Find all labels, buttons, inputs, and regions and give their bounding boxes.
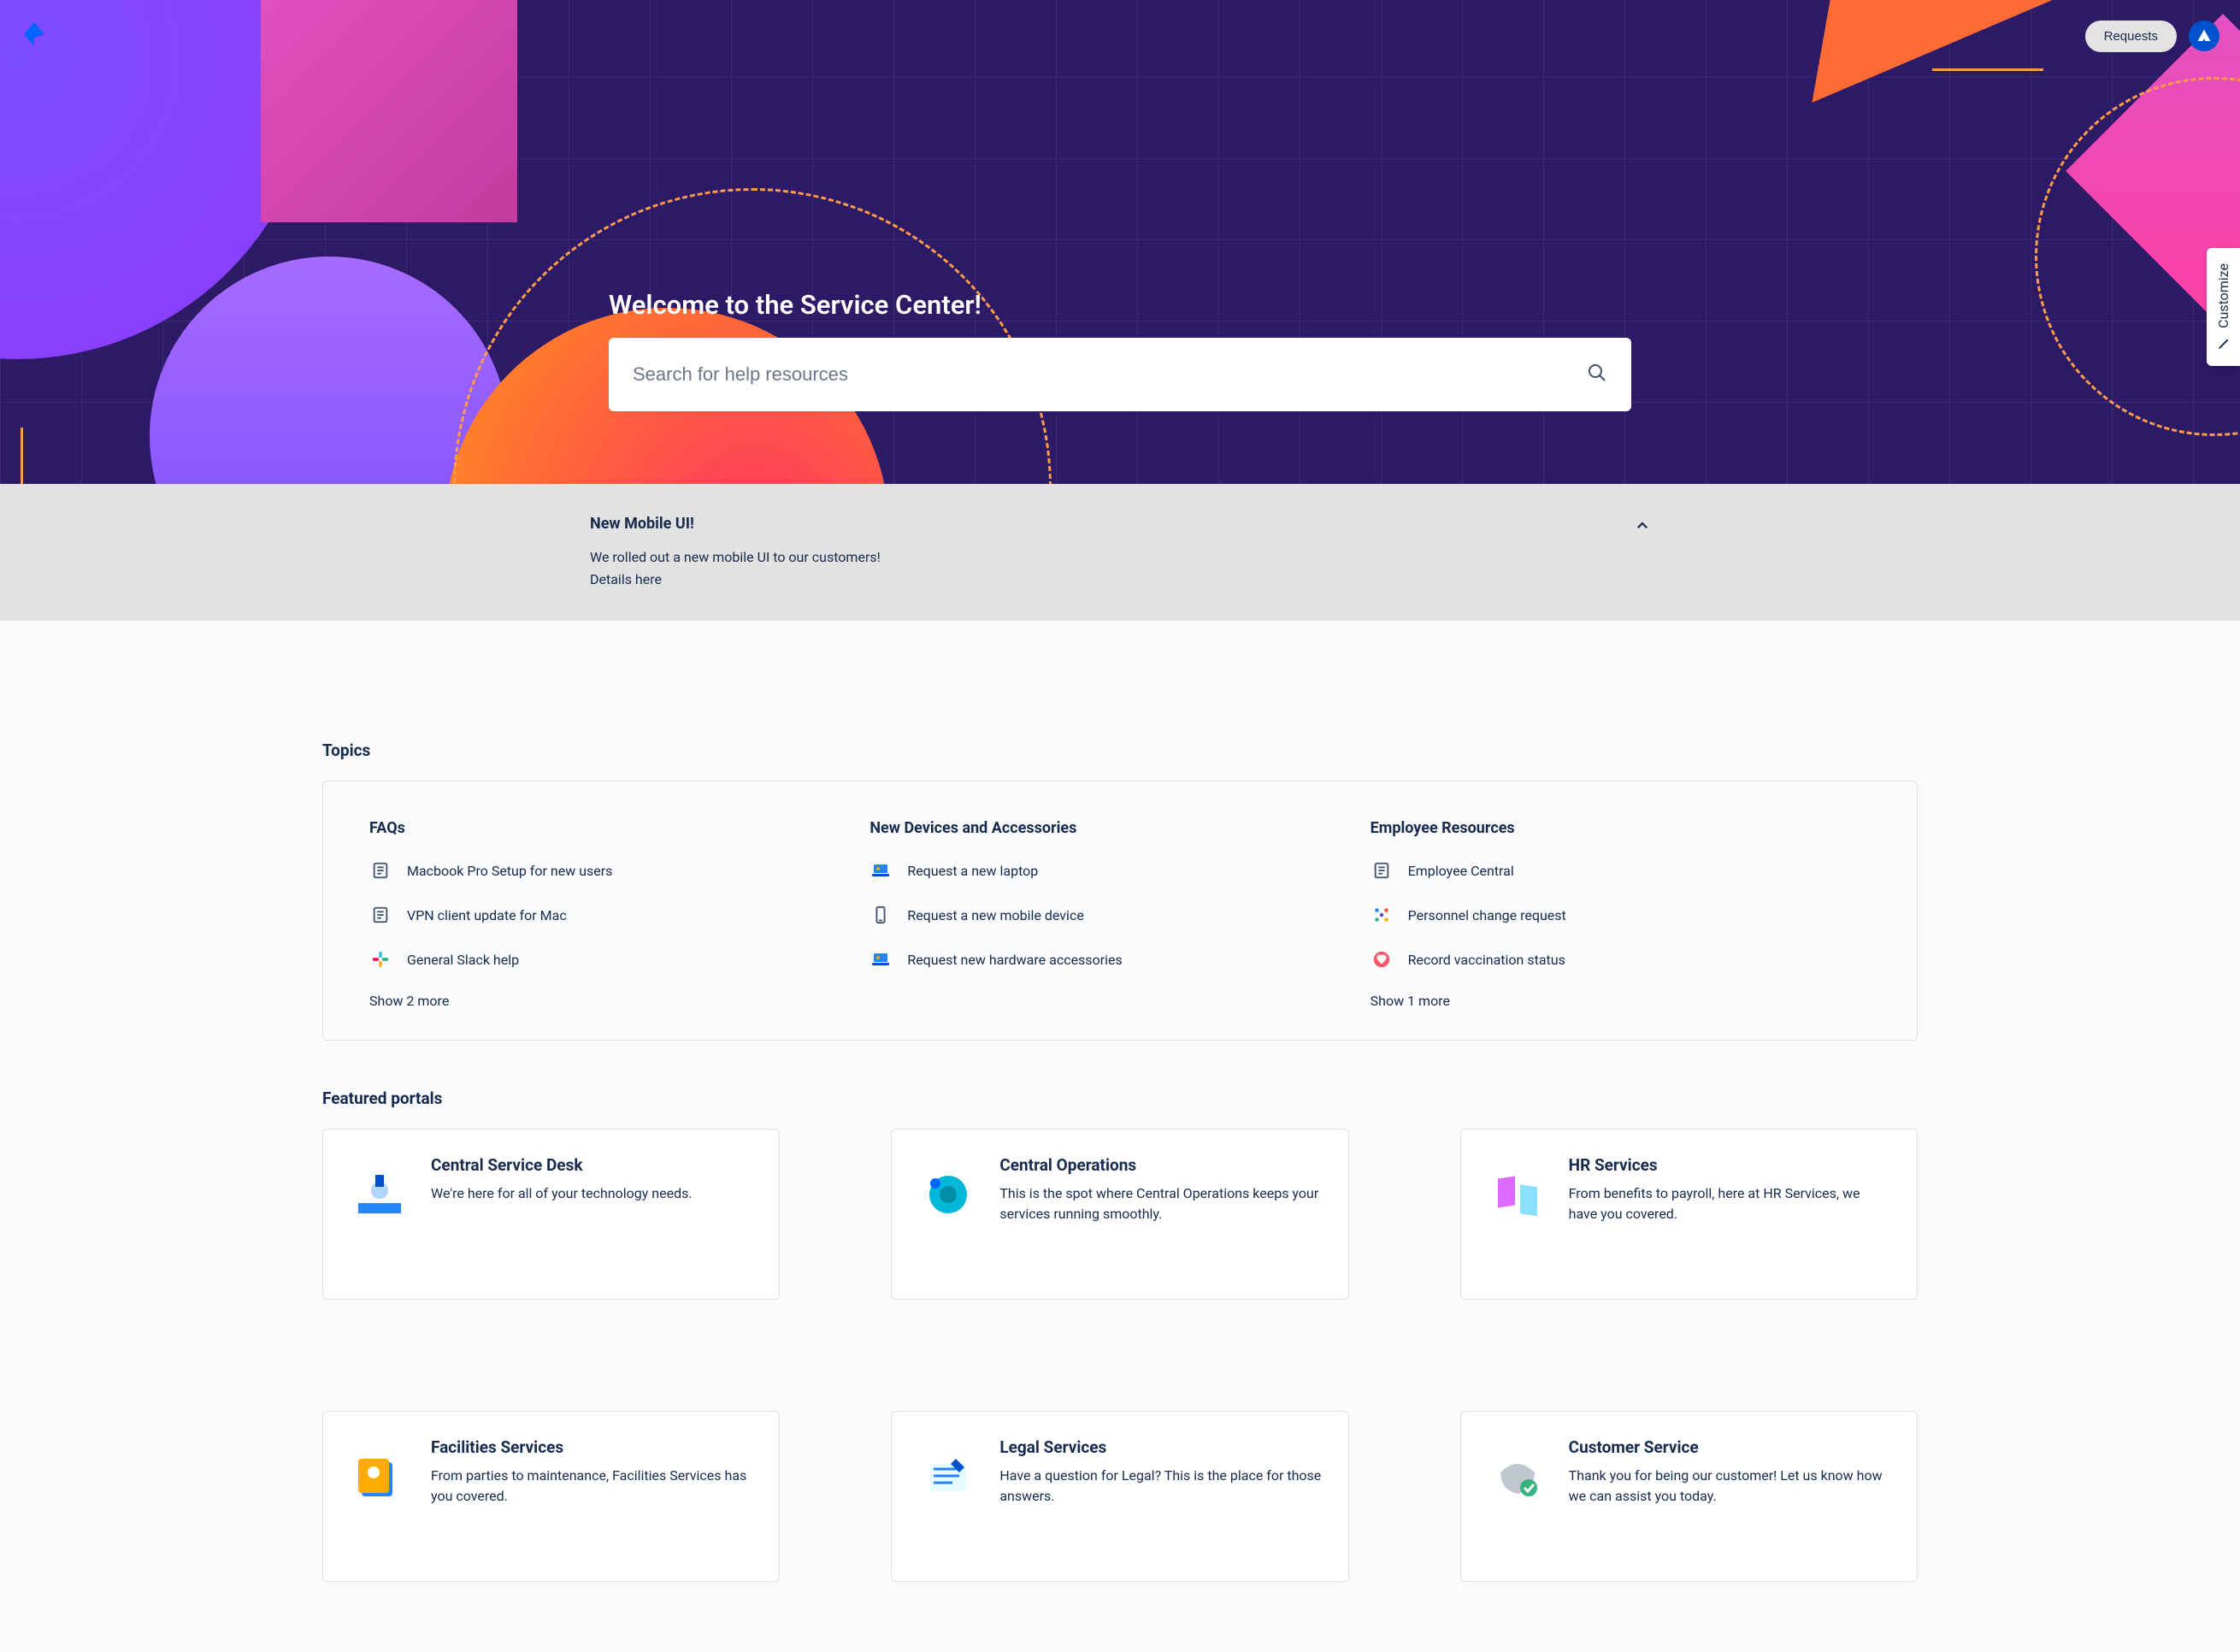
topic-item-label: Macbook Pro Setup for new users [407,863,612,879]
portal-name: Central Service Desk [431,1155,753,1175]
portal-name: Facilities Services [431,1437,753,1457]
requests-button[interactable]: Requests [2085,21,2177,52]
heart-icon [1371,948,1393,971]
doc-icon [369,904,392,926]
portal-description: Thank you for being our customer! Let us… [1569,1466,1891,1507]
search-bar[interactable] [609,338,1631,411]
portal-icon [1487,1164,1548,1225]
show-more-link[interactable]: Show 2 more [369,993,869,1009]
pencil-icon [2217,337,2231,351]
topics-section-title: Topics [322,740,1918,760]
customize-tab[interactable]: Customize [2207,248,2240,366]
topic-item-label: Personnel change request [1408,907,1566,923]
show-more-link[interactable]: Show 1 more [1371,993,1871,1009]
topic-column-title: Employee Resources [1371,819,1871,837]
portals-grid: Central Service Desk We're here for all o… [322,1129,1918,1582]
topic-item-label: VPN client update for Mac [407,907,567,923]
announcement-line: We rolled out a new mobile UI to our cus… [590,546,1650,569]
topic-item[interactable]: Personnel change request [1371,904,1871,926]
topic-item[interactable]: VPN client update for Mac [369,904,869,926]
topic-item[interactable]: Request new hardware accessories [869,948,1370,971]
portal-icon [1487,1446,1548,1507]
portal-name: Legal Services [999,1437,1322,1457]
topic-item[interactable]: Macbook Pro Setup for new users [369,859,869,882]
topic-column-title: FAQs [369,819,869,837]
topic-column-title: New Devices and Accessories [869,819,1370,837]
collapse-chevron-icon[interactable] [1635,518,1650,537]
portals-section-title: Featured portals [322,1089,1918,1108]
topics-card: FAQs Macbook Pro Setup for new users VPN c… [322,781,1918,1041]
laptop-icon [869,948,892,971]
portal-card[interactable]: Facilities Services From parties to maint… [322,1411,780,1582]
portal-name: Customer Service [1569,1437,1891,1457]
phone-icon [869,904,892,926]
topic-item[interactable]: Request a new mobile device [869,904,1370,926]
customize-label: Customize [2215,263,2231,328]
portal-description: Have a question for Legal? This is the p… [999,1466,1322,1507]
app-logo-icon[interactable] [21,21,48,51]
portal-card[interactable]: Legal Services Have a question for Legal?… [891,1411,1348,1582]
search-icon [1587,363,1607,386]
portal-icon [917,1164,979,1225]
decorative-shape [21,428,23,484]
profile-avatar[interactable] [2189,21,2219,51]
topic-item-label: Request a new laptop [907,863,1038,879]
announcement-title: New Mobile UI! [590,515,1650,533]
portal-card[interactable]: Customer Service Thank you for being our … [1460,1411,1918,1582]
topic-item-label: Request new hardware accessories [907,952,1122,968]
hero-title: Welcome to the Service Center! [609,289,1631,321]
topic-item-label: Request a new mobile device [907,907,1083,923]
topic-item-label: Employee Central [1408,863,1514,879]
topic-column: FAQs Macbook Pro Setup for new users VPN c… [369,819,869,1009]
portal-description: From parties to maintenance, Facilities … [431,1466,753,1507]
portal-icon [917,1446,979,1507]
topic-item[interactable]: Employee Central [1371,859,1871,882]
announcement-body: We rolled out a new mobile UI to our cus… [590,546,1650,590]
portal-description: From benefits to payroll, here at HR Ser… [1569,1183,1891,1224]
portal-description: This is the spot where Central Operation… [999,1183,1322,1224]
hero-banner: Requests Welcome to the Service Center! … [0,0,2240,484]
laptop-icon [869,859,892,882]
portal-card[interactable]: Central Operations This is the spot where… [891,1129,1348,1300]
dots-icon [1371,904,1393,926]
topic-item[interactable]: Request a new laptop [869,859,1370,882]
announcement-details-link[interactable]: Details here [590,571,662,587]
topic-item[interactable]: Record vaccination status [1371,948,1871,971]
main-content: Topics FAQs Macbook Pro Setup for new use… [322,621,1918,1582]
doc-icon [1371,859,1393,882]
portal-name: Central Operations [999,1155,1322,1175]
portal-icon [349,1164,410,1225]
announcement-banner: New Mobile UI! We rolled out a new mobil… [0,484,2240,621]
topic-column: New Devices and Accessories Request a new… [869,819,1370,1009]
portal-card[interactable]: HR Services From benefits to payroll, her… [1460,1129,1918,1300]
topic-item[interactable]: General Slack help [369,948,869,971]
portal-icon [349,1446,410,1507]
doc-icon [369,859,392,882]
topic-column: Employee Resources Employee Central Person… [1371,819,1871,1009]
search-input[interactable] [633,363,1587,386]
slack-icon [369,948,392,971]
top-bar: Requests [0,0,2240,72]
topic-item-label: Record vaccination status [1408,952,1565,968]
portal-description: We're here for all of your technology ne… [431,1183,753,1204]
portal-card[interactable]: Central Service Desk We're here for all o… [322,1129,780,1300]
topic-item-label: General Slack help [407,952,519,968]
portal-name: HR Services [1569,1155,1891,1175]
